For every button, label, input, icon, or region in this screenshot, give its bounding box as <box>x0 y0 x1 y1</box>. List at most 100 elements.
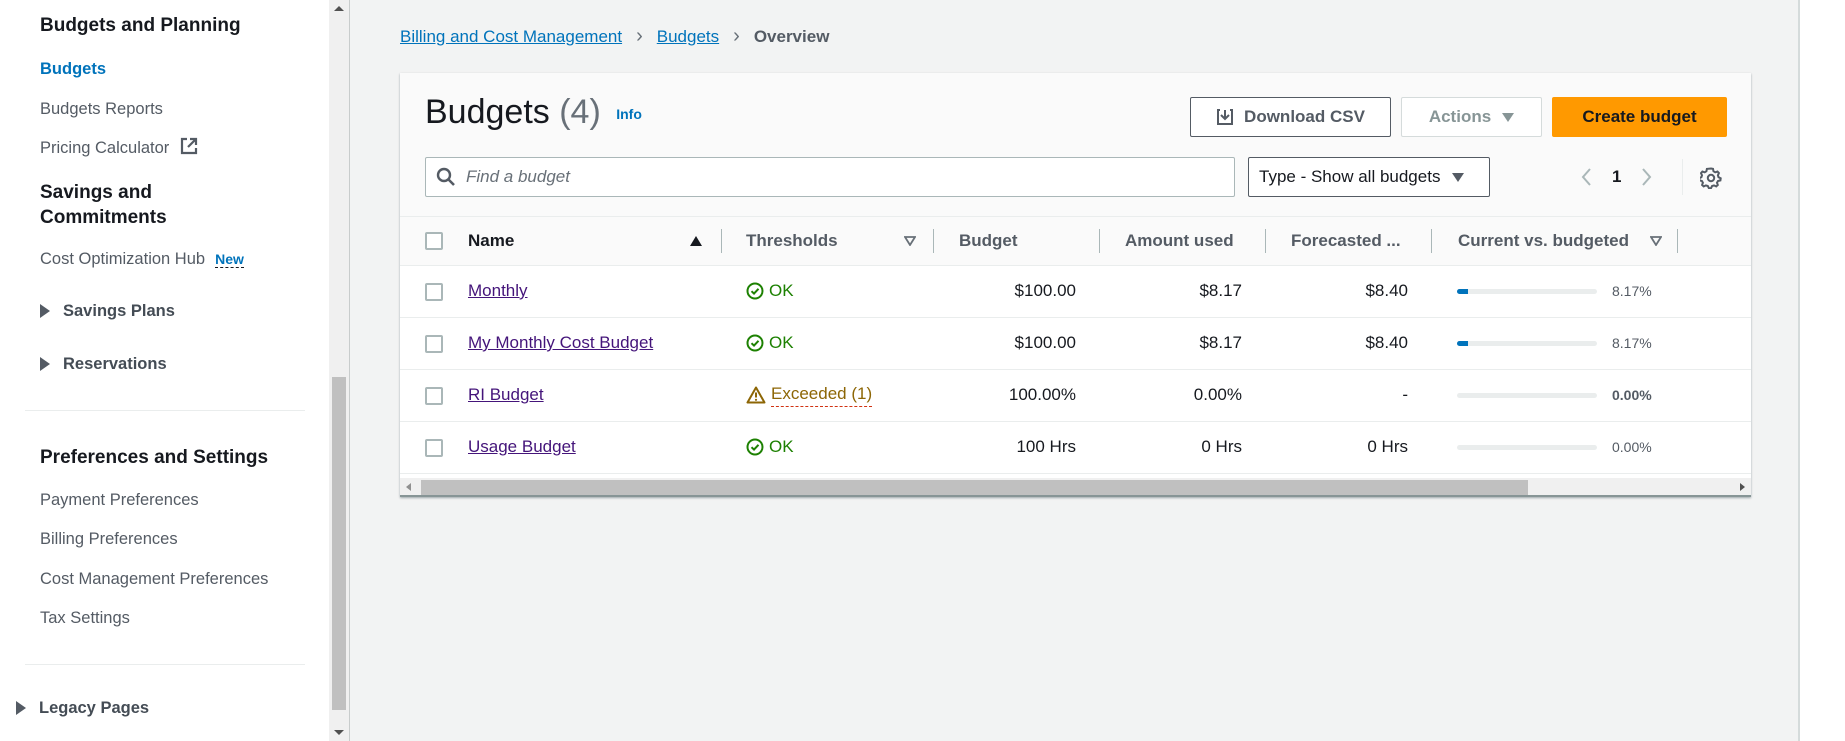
budget-cell: $100.00 <box>934 265 1100 318</box>
column-header-name[interactable]: Name <box>468 217 722 266</box>
page-title: Budgets (4) Info <box>425 93 642 132</box>
forecasted-cell: $8.40 <box>1266 317 1432 370</box>
sidebar-expand-legacy-pages[interactable]: Legacy Pages <box>16 697 149 719</box>
row-checkbox[interactable] <box>425 386 443 405</box>
actions-button[interactable]: Actions <box>1401 97 1542 137</box>
create-budget-label: Create budget <box>1582 107 1697 126</box>
caret-down-icon <box>1452 172 1465 182</box>
sidebar-item-budgets[interactable]: Budgets <box>40 58 106 80</box>
budget-name-link[interactable]: My Monthly Cost Budget <box>468 333 653 352</box>
scroll-down-arrow-icon[interactable] <box>334 730 344 735</box>
new-badge: New <box>215 251 244 268</box>
sidebar-item-pricing-calculator[interactable]: Pricing Calculator <box>40 137 198 159</box>
sidebar-expand-reservations[interactable]: Reservations <box>40 353 167 375</box>
forecasted-cell: - <box>1266 369 1432 422</box>
create-budget-button[interactable]: Create budget <box>1552 97 1727 137</box>
search-field[interactable] <box>425 157 1235 197</box>
progress: 0.00% <box>1432 439 1680 455</box>
budget-name-link[interactable]: RI Budget <box>468 385 544 404</box>
budget-name-link[interactable]: Monthly <box>468 281 528 300</box>
sidebar-item-payment-preferences[interactable]: Payment Preferences <box>40 489 199 511</box>
amount-used-cell: 0.00% <box>1100 369 1266 422</box>
sidebar-item-cost-management-preferences[interactable]: Cost Management Preferences <box>40 568 268 590</box>
breadcrumb-billing[interactable]: Billing and Cost Management <box>400 27 622 47</box>
type-filter-select[interactable]: Type - Show all budgets <box>1248 157 1490 197</box>
budgets-table: Name Thresholds Budget Amount used Forec… <box>400 217 1751 474</box>
breadcrumb-budgets[interactable]: Budgets <box>657 27 719 47</box>
chevron-right-icon: › <box>733 25 740 47</box>
table-header-panel: Budgets (4) Info Download CSV Actions Cr… <box>400 73 1751 217</box>
column-resizer[interactable] <box>1677 229 1678 253</box>
sidebar-scrollbar[interactable] <box>329 0 350 741</box>
current-page-number[interactable]: 1 <box>1612 167 1621 187</box>
sidebar-item-cost-optimization-hub[interactable]: Cost Optimization Hub New <box>40 248 244 270</box>
budget-name-link[interactable]: Usage Budget <box>468 437 576 456</box>
sort-icon <box>1650 235 1662 246</box>
budget-count: (4) <box>559 93 601 131</box>
progress-percent: 0.00% <box>1612 387 1652 403</box>
previous-page-icon[interactable] <box>1580 167 1592 187</box>
info-link[interactable]: Info <box>616 106 642 122</box>
scroll-left-arrow-icon[interactable] <box>406 483 411 491</box>
sidebar-item-label: Legacy Pages <box>39 699 150 717</box>
table-row: RI Budget Exceeded (1) 100.00% 0.00% - 0… <box>400 369 1751 422</box>
progress-bar <box>1457 444 1597 450</box>
sidebar-expand-savings-plans[interactable]: Savings Plans <box>40 300 175 322</box>
current-vs-budgeted-cell: 0.00% <box>1432 421 1680 474</box>
column-label: Name <box>468 230 515 250</box>
column-header-overflow <box>1680 217 1751 266</box>
search-input[interactable] <box>464 166 1224 188</box>
next-page-icon[interactable] <box>1641 167 1653 187</box>
column-header-forecasted[interactable]: Forecasted ... <box>1266 217 1432 266</box>
row-checkbox[interactable] <box>425 334 443 353</box>
sidebar: Budgets and Planning Budgets Budgets Rep… <box>0 0 330 741</box>
sidebar-divider <box>25 664 305 665</box>
sidebar-item-label: Cost Optimization Hub <box>40 250 206 268</box>
progress-bar <box>1457 340 1597 346</box>
select-all-checkbox[interactable] <box>425 232 443 251</box>
row-checkbox[interactable] <box>425 438 443 457</box>
column-header-budget[interactable]: Budget <box>934 217 1100 266</box>
check-circle-icon <box>746 282 764 300</box>
progress-bar-fill <box>1457 288 1469 294</box>
scroll-up-arrow-icon[interactable] <box>334 6 344 11</box>
threshold-status: OK <box>746 437 934 457</box>
table-header-row: Name Thresholds Budget Amount used Forec… <box>400 217 1751 266</box>
pager-divider <box>1682 159 1683 195</box>
name-cell: RI Budget <box>468 369 722 422</box>
name-cell: Usage Budget <box>468 421 722 474</box>
column-label: Amount used <box>1125 230 1234 250</box>
external-link-icon <box>180 137 198 155</box>
table-horizontal-scrollbar[interactable] <box>400 478 1751 497</box>
column-header-amount-used[interactable]: Amount used <box>1100 217 1266 266</box>
table-row: My Monthly Cost Budget OK $100.00 $8.17 … <box>400 317 1751 370</box>
sort-ascending-icon <box>690 235 702 246</box>
sidebar-item-billing-preferences[interactable]: Billing Preferences <box>40 528 178 550</box>
scrollbar-thumb[interactable] <box>421 480 1528 495</box>
scroll-right-arrow-icon[interactable] <box>1740 483 1745 491</box>
forecasted-cell: $8.40 <box>1266 265 1432 318</box>
overflow-cell <box>1680 369 1751 422</box>
column-header-thresholds[interactable]: Thresholds <box>722 217 934 266</box>
scrollbar-thumb[interactable] <box>332 377 346 710</box>
sidebar-item-label: Pricing Calculator <box>40 139 170 157</box>
download-csv-button[interactable]: Download CSV <box>1190 97 1391 137</box>
sidebar-item-tax-settings[interactable]: Tax Settings <box>40 607 130 629</box>
threshold-cell: OK <box>722 265 934 318</box>
name-cell: My Monthly Cost Budget <box>468 317 722 370</box>
sidebar-item-budgets-reports[interactable]: Budgets Reports <box>40 98 163 120</box>
actions-label: Actions <box>1428 107 1492 126</box>
sidebar-heading-savings-commitments: Savings and Commitments <box>40 182 167 228</box>
table-row: Usage Budget OK 100 Hrs 0 Hrs 0 Hrs 0.00… <box>400 421 1751 474</box>
breadcrumb-current: Overview <box>753 26 830 46</box>
chevron-right-icon: › <box>636 25 643 47</box>
row-checkbox[interactable] <box>425 282 443 301</box>
threshold-label[interactable]: Exceeded (1) <box>771 384 873 407</box>
progress-bar <box>1457 392 1597 398</box>
column-header-current-vs-budgeted[interactable]: Current vs. budgeted <box>1432 217 1680 266</box>
warning-icon <box>746 386 766 404</box>
name-cell: Monthly <box>468 265 722 318</box>
settings-gear-icon[interactable] <box>1700 167 1722 189</box>
progress-percent: 8.17% <box>1612 335 1652 351</box>
threshold-status: Exceeded (1) <box>746 384 934 407</box>
